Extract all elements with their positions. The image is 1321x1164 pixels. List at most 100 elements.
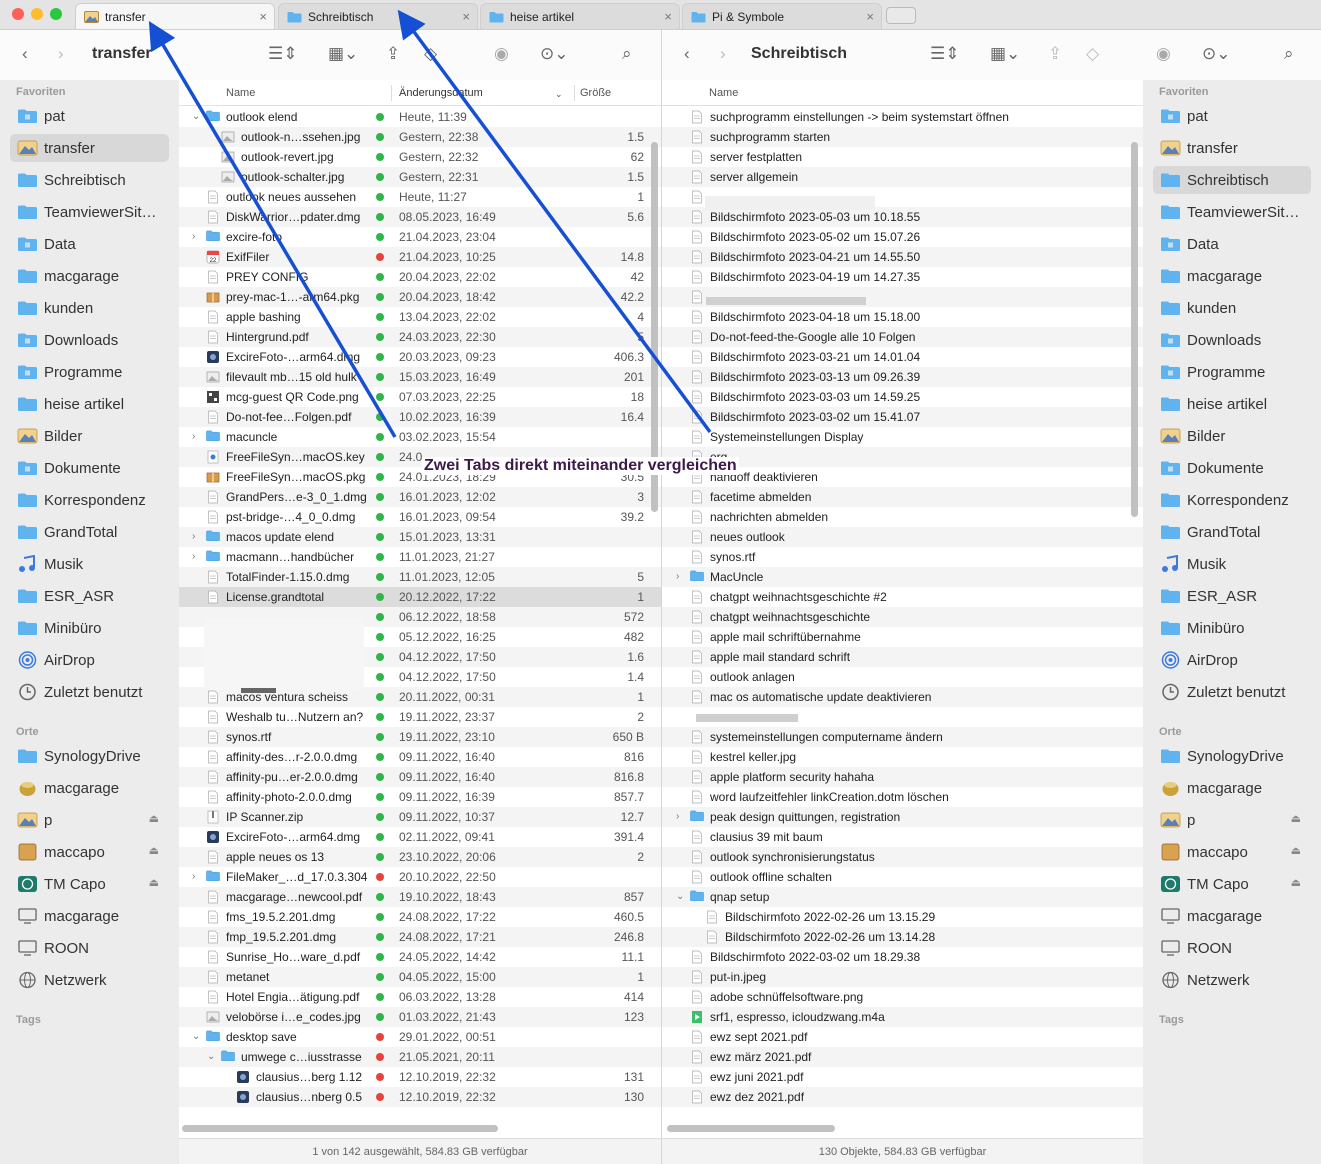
- disclosure-collapsed-icon[interactable]: ›: [192, 551, 195, 562]
- disclosure-expanded-icon[interactable]: ⌄: [192, 1031, 200, 1042]
- file-row[interactable]: Bildschirmfoto 2022-02-26 um 13.14.28: [662, 927, 1143, 947]
- file-row[interactable]: server festplatten: [662, 147, 1143, 167]
- disclosure-collapsed-icon[interactable]: ›: [192, 431, 195, 442]
- zoom-window-button[interactable]: [50, 8, 62, 20]
- file-row[interactable]: neues outlook: [662, 527, 1143, 547]
- file-row[interactable]: Hotel Engia…ätigung.pdf 06.03.2022, 13:28…: [179, 987, 661, 1007]
- sidebar-item[interactable]: Netzwerk: [10, 966, 169, 994]
- close-tab-icon[interactable]: ×: [259, 9, 267, 24]
- file-row[interactable]: Do-not-feed-the-Google alle 10 Folgen: [662, 327, 1143, 347]
- file-row[interactable]: ⌄ qnap setup: [662, 887, 1143, 907]
- sidebar-item[interactable]: Downloads: [1153, 326, 1311, 354]
- file-row[interactable]: mcg-guest QR Code.png 07.03.2023, 22:25 18: [179, 387, 661, 407]
- forward-icon[interactable]: ›: [58, 44, 64, 64]
- file-row[interactable]: ⌄ desktop save 29.01.2022, 00:51: [179, 1027, 661, 1047]
- file-row[interactable]: suchprogramm einstellungen -> beim syste…: [662, 107, 1143, 127]
- file-row[interactable]: Bildschirmfoto 2023-03-13 um 09.26.39: [662, 367, 1143, 387]
- sidebar-item[interactable]: TeamviewerSit…: [10, 198, 169, 226]
- file-row[interactable]: chatgpt weihnachtsgeschichte #2: [662, 587, 1143, 607]
- file-row[interactable]: adobe schnüffelsoftware.png: [662, 987, 1143, 1007]
- file-row[interactable]: server allgemein: [662, 167, 1143, 187]
- file-row[interactable]: put-in.jpeg: [662, 967, 1143, 987]
- file-row[interactable]: affinity-pu…er-2.0.0.dmg 09.11.2022, 16:4…: [179, 767, 661, 787]
- file-row[interactable]: outlook-revert.jpg Gestern, 22:32 62: [179, 147, 661, 167]
- sidebar-item[interactable]: maccapo ⏏: [1153, 838, 1311, 866]
- list-view-icon[interactable]: ☰⇕: [268, 44, 297, 64]
- sidebar-item[interactable]: Dokumente: [10, 454, 169, 482]
- size-column-header[interactable]: Größe: [580, 87, 611, 99]
- file-row[interactable]: › macuncle 03.02.2023, 15:54: [179, 427, 661, 447]
- sidebar-item[interactable]: transfer: [10, 134, 169, 162]
- tag-icon[interactable]: ◇: [1086, 44, 1099, 64]
- file-row[interactable]: Bildschirmfoto 2023-05-03 um 10.18.55: [662, 207, 1143, 227]
- date-column-header[interactable]: Änderungsdatum: [399, 87, 483, 99]
- eject-icon[interactable]: ⏏: [149, 812, 159, 825]
- sidebar-item[interactable]: heise artikel: [10, 390, 169, 418]
- file-row[interactable]: fmp_19.5.2.201.dmg 24.08.2022, 17:21 246.8: [179, 927, 661, 947]
- file-row[interactable]: clausius 39 mit baum: [662, 827, 1143, 847]
- file-row[interactable]: kestrel keller.jpg: [662, 747, 1143, 767]
- eject-icon[interactable]: ⏏: [149, 844, 159, 857]
- vertical-scrollbar[interactable]: [1131, 142, 1138, 517]
- file-row[interactable]: Bildschirmfoto 2023-03-21 um 14.01.04: [662, 347, 1143, 367]
- file-row[interactable]: ExcireFoto-…arm64.dmg 20.03.2023, 09:23 40…: [179, 347, 661, 367]
- file-row[interactable]: apple platform security hahaha: [662, 767, 1143, 787]
- group-icon[interactable]: ▦⌄: [990, 44, 1020, 64]
- sidebar-item[interactable]: macgarage: [1153, 774, 1311, 802]
- eject-icon[interactable]: ⏏: [1291, 876, 1301, 889]
- file-row[interactable]: PREY CONFIG 20.04.2023, 22:02 42: [179, 267, 661, 287]
- disclosure-collapsed-icon[interactable]: ›: [192, 531, 195, 542]
- file-row[interactable]: Bildschirmfoto 2023-04-19 um 14.27.35: [662, 267, 1143, 287]
- sidebar-item[interactable]: Minibüro: [10, 614, 169, 642]
- sidebar-item[interactable]: Bilder: [10, 422, 169, 450]
- sidebar-item[interactable]: ROON: [1153, 934, 1311, 962]
- file-row[interactable]: apple neues os 13 23.10.2022, 20:06 2: [179, 847, 661, 867]
- file-row[interactable]: outlook neues aussehen Heute, 11:27 1: [179, 187, 661, 207]
- file-row[interactable]: ⌄ outlook elend Heute, 11:39: [179, 107, 661, 127]
- file-row[interactable]: Systemeinstellungen Display: [662, 427, 1143, 447]
- file-row[interactable]: synos.rtf 19.11.2022, 23:10 650 B: [179, 727, 661, 747]
- sidebar-item[interactable]: Zuletzt benutzt: [1153, 678, 1311, 706]
- file-row[interactable]: apple mail schriftübernahme: [662, 627, 1143, 647]
- sidebar-item[interactable]: macgarage: [10, 774, 169, 802]
- eject-icon[interactable]: ⏏: [1291, 812, 1301, 825]
- file-row[interactable]: Bildschirmfoto 2023-04-21 um 14.55.50: [662, 247, 1143, 267]
- file-row[interactable]: macgarage…newcool.pdf 19.10.2022, 18:43 85…: [179, 887, 661, 907]
- sidebar-item[interactable]: Korrespondenz: [1153, 486, 1311, 514]
- eject-icon[interactable]: ⏏: [149, 876, 159, 889]
- sidebar-item[interactable]: SynologyDrive: [1153, 742, 1311, 770]
- share-icon[interactable]: ⇪: [386, 44, 400, 64]
- sidebar-item[interactable]: GrandTotal: [1153, 518, 1311, 546]
- sidebar-item[interactable]: maccapo ⏏: [10, 838, 169, 866]
- disclosure-expanded-icon[interactable]: ⌄: [192, 111, 200, 122]
- sidebar-item[interactable]: Schreibtisch: [10, 166, 169, 194]
- file-row[interactable]: affinity-des…r-2.0.0.dmg 09.11.2022, 16:4…: [179, 747, 661, 767]
- share-icon[interactable]: ⇪: [1048, 44, 1062, 64]
- file-row[interactable]: GrandPers…e-3_0_1.dmg 16.01.2023, 12:02 3: [179, 487, 661, 507]
- name-column-header[interactable]: Name: [226, 87, 255, 99]
- sidebar-item[interactable]: Musik: [10, 550, 169, 578]
- file-row[interactable]: ⌄ umwege c…iusstrasse 21.05.2021, 20:11: [179, 1047, 661, 1067]
- preview-eye-icon[interactable]: ◉: [494, 44, 509, 64]
- file-row[interactable]: metanet 04.05.2022, 15:00 1: [179, 967, 661, 987]
- file-row[interactable]: › macos update elend 15.01.2023, 13:31: [179, 527, 661, 547]
- file-row[interactable]: ewz juni 2021.pdf: [662, 1067, 1143, 1087]
- close-tab-icon[interactable]: ×: [664, 9, 672, 24]
- sidebar-item[interactable]: ESR_ASR: [1153, 582, 1311, 610]
- sidebar-item[interactable]: ROON: [10, 934, 169, 962]
- tab-heise-artikel[interactable]: heise artikel ×: [480, 3, 680, 29]
- file-row[interactable]: TotalFinder-1.15.0.dmg 11.01.2023, 12:05 5: [179, 567, 661, 587]
- close-tab-icon[interactable]: ×: [866, 9, 874, 24]
- horizontal-scrollbar[interactable]: [182, 1125, 498, 1132]
- sidebar-item[interactable]: Minibüro: [1153, 614, 1311, 642]
- sidebar-item[interactable]: GrandTotal: [10, 518, 169, 546]
- preview-eye-icon[interactable]: ◉: [1156, 44, 1171, 64]
- sidebar-item[interactable]: Data: [1153, 230, 1311, 258]
- file-row[interactable]: chatgpt weihnachtsgeschichte: [662, 607, 1143, 627]
- file-row[interactable]: clausius…berg 1.12 12.10.2019, 22:32 131: [179, 1067, 661, 1087]
- file-row[interactable]: › MacUncle: [662, 567, 1143, 587]
- file-row[interactable]: word laufzeitfehler linkCreation.dotm lö…: [662, 787, 1143, 807]
- file-row[interactable]: 22 ExifFiler 21.04.2023, 10:25 14.8: [179, 247, 661, 267]
- new-tab-button[interactable]: [886, 7, 916, 24]
- file-row[interactable]: IP Scanner.zip 09.11.2022, 10:37 12.7: [179, 807, 661, 827]
